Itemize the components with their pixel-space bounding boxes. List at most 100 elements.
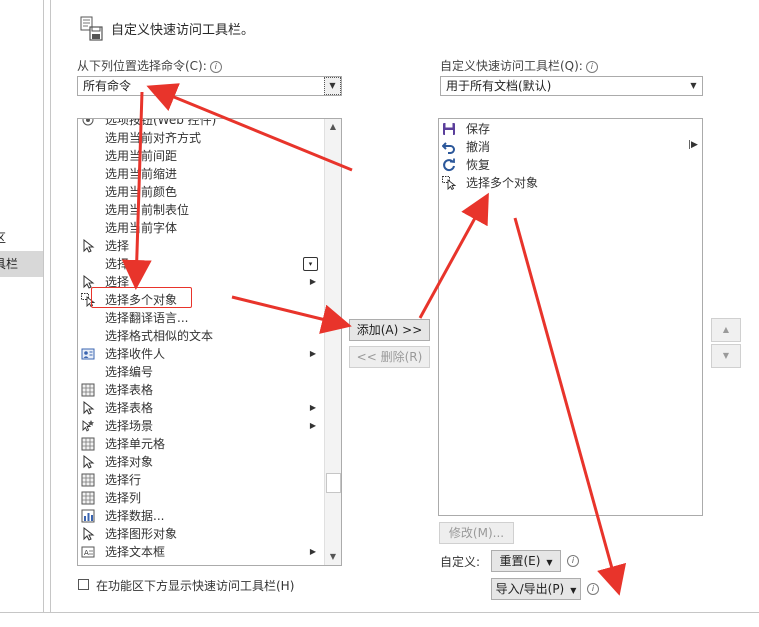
undo-icon: [441, 140, 456, 154]
cursor-icon: [81, 526, 95, 541]
qat-scope-dropdown[interactable]: 用于所有文档(默认) ▼: [440, 76, 703, 96]
page-title: 自定义快速访问工具栏。: [111, 23, 255, 38]
nav-item-ribbon[interactable]: 区: [0, 225, 43, 251]
commands-list[interactable]: A 选择文本框 ▶ 选择图形对象 选择数据... 选择列 选择行 选择对象 选择单元格 选择场景 ▶…: [77, 118, 342, 566]
command-label: 选择翻译语言...: [105, 311, 189, 325]
submenu-arrow-icon: ▶: [309, 277, 316, 286]
command-list-item[interactable]: 选用当前对齐方式: [78, 129, 324, 147]
choose-commands-dropdown[interactable]: 所有命令 ▼: [77, 76, 342, 96]
scroll-thumb[interactable]: [326, 473, 341, 494]
command-label: 选择表格: [105, 401, 154, 415]
arrow-down-icon: ▼: [722, 351, 730, 360]
table-icon: [81, 491, 95, 505]
customize-label: 自定义:: [440, 555, 481, 569]
choose-commands-label: 从下列位置选择命令(C): i: [77, 57, 222, 74]
command-list-item[interactable]: 选用当前字体: [78, 219, 324, 237]
command-label: 选用当前间距: [105, 149, 178, 163]
add-button[interactable]: 添加(A) >>: [349, 319, 430, 341]
command-list-item[interactable]: 选用当前间距: [78, 147, 324, 165]
command-label: 选择收件人: [105, 347, 166, 361]
dropdown-value: 所有命令: [83, 79, 132, 93]
scene-icon: [81, 419, 95, 433]
command-label: 选择对象: [105, 455, 154, 469]
command-list-item[interactable]: 选择表格: [78, 381, 324, 399]
command-label: 选用当前颜色: [105, 185, 178, 199]
annotation-highlight-box: [91, 287, 192, 308]
qat-item-label: 保存: [466, 122, 491, 136]
expand-arrow-icon[interactable]: |▶: [688, 140, 698, 154]
command-label: 选用当前字体: [105, 221, 178, 235]
command-label: 选择列: [105, 491, 142, 505]
svg-text:A: A: [84, 549, 89, 557]
command-list-item[interactable]: 选择 ▾: [78, 255, 324, 273]
command-list-item[interactable]: 选项按钮(Web 控件): [78, 118, 324, 129]
qat-list-item[interactable]: 选择多个对象: [439, 174, 702, 192]
command-list-item[interactable]: A 选择文本框 ▶: [78, 543, 324, 561]
command-label: 选择: [105, 239, 130, 253]
command-list-item[interactable]: 选择行: [78, 471, 324, 489]
show-below-ribbon-checkbox[interactable]: [78, 579, 89, 590]
info-icon: i: [567, 555, 579, 567]
qat-items-list[interactable]: 保存撤消恢复选择多个对象: [438, 118, 703, 516]
dropdown-icon: ▾: [303, 257, 318, 271]
command-label: 选择格式相似的文本: [105, 329, 214, 343]
move-down-button[interactable]: ▼: [711, 344, 741, 368]
command-list-item[interactable]: 选用当前缩进: [78, 165, 324, 183]
commands-scrollbar[interactable]: ▲ ▼: [324, 119, 341, 565]
command-label: 选项按钮(Web 控件): [105, 118, 217, 127]
arrow-up-icon: ▲: [722, 325, 730, 334]
table-icon: [81, 437, 95, 451]
cursor-icon: [81, 400, 95, 415]
nav-item-quick-access-toolbar[interactable]: 具栏: [0, 251, 43, 277]
command-list-item[interactable]: 选择数据...: [78, 507, 324, 525]
option-button-icon: [81, 119, 95, 127]
command-list-item[interactable]: 选择表格 ▶: [78, 399, 324, 417]
command-list-item[interactable]: 选择图形对象: [78, 525, 324, 543]
command-list-item[interactable]: 选择: [78, 237, 324, 255]
submenu-arrow-icon: ▶: [309, 349, 316, 358]
remove-button[interactable]: << 删除(R): [349, 346, 430, 368]
qat-item-label: 选择多个对象: [466, 176, 539, 190]
command-list-item[interactable]: 选择翻译语言...: [78, 309, 324, 327]
chevron-down-icon[interactable]: ▼: [324, 77, 341, 95]
info-icon: i: [587, 583, 599, 595]
textbox-icon: A: [81, 545, 95, 559]
command-list-item[interactable]: 选用当前制表位: [78, 201, 324, 219]
qat-list-item[interactable]: 恢复: [439, 156, 702, 174]
scroll-down-icon[interactable]: ▼: [325, 549, 341, 565]
button-label: 重置(E): [499, 554, 541, 568]
reset-button[interactable]: 重置(E) ▼: [491, 550, 561, 572]
submenu-arrow-icon: ▶: [309, 421, 316, 430]
command-list-item[interactable]: 选择格式相似的文本: [78, 327, 324, 345]
qat-list-item[interactable]: 撤消: [439, 138, 702, 156]
modify-button[interactable]: 修改(M)...: [439, 522, 514, 544]
command-list-item[interactable]: 选择列: [78, 489, 324, 507]
qat-list-item[interactable]: 保存: [439, 120, 702, 138]
command-label: 选用当前对齐方式: [105, 131, 202, 145]
cursor-icon: [81, 238, 95, 253]
command-list-item[interactable]: 选择单元格: [78, 435, 324, 453]
nav-item-label: 具栏: [0, 257, 19, 271]
button-label: 导入/导出(P): [495, 582, 565, 596]
submenu-arrow-icon: ▶: [309, 547, 316, 556]
command-list-item[interactable]: 选择场景 ▶: [78, 417, 324, 435]
command-label: 选择: [105, 257, 130, 271]
command-list-item[interactable]: 选择收件人 ▶: [78, 345, 324, 363]
qat-item-label: 撤消: [466, 140, 491, 154]
command-list-item[interactable]: 选用当前颜色: [78, 183, 324, 201]
scroll-up-icon[interactable]: ▲: [325, 119, 341, 135]
command-list-item[interactable]: 选择对象: [78, 453, 324, 471]
command-label: 选择表格: [105, 383, 154, 397]
chevron-down-icon[interactable]: ▼: [685, 77, 702, 95]
chart-data-icon: [81, 509, 95, 523]
import-export-button[interactable]: 导入/导出(P) ▼: [491, 578, 581, 600]
command-label: 选择场景: [105, 419, 154, 433]
redo-icon: [442, 158, 456, 172]
move-up-button[interactable]: ▲: [711, 318, 741, 342]
table-icon: [81, 383, 95, 397]
label-text: 从下列位置选择命令(C):: [77, 59, 207, 73]
command-label: 选用当前缩进: [105, 167, 178, 181]
table-icon: [81, 473, 95, 487]
command-list-item[interactable]: 选择编号: [78, 363, 324, 381]
qat-item-label: 恢复: [466, 158, 491, 172]
